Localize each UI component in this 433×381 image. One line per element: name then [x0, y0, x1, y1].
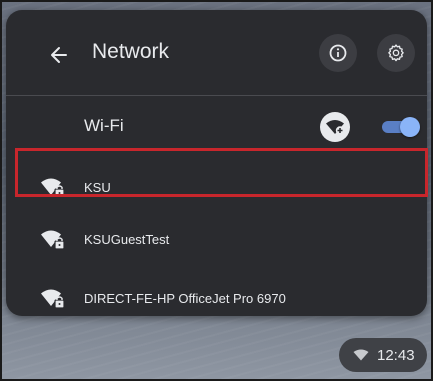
screenshot-border: [0, 0, 433, 381]
